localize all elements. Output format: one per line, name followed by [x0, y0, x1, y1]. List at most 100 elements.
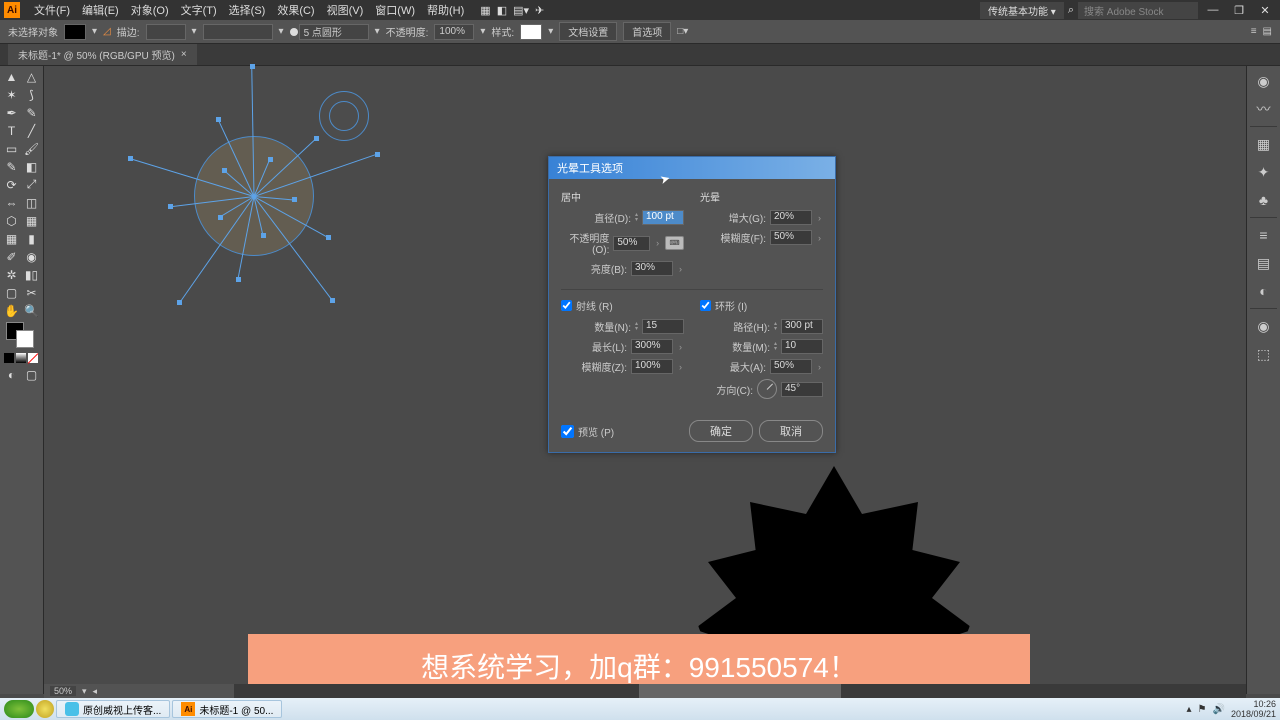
- perspective-tool[interactable]: ▦: [22, 212, 41, 229]
- color-picker[interactable]: [2, 322, 41, 350]
- ok-button[interactable]: 确定: [689, 420, 753, 442]
- stock-icon[interactable]: ◧: [497, 4, 507, 17]
- hand-tool[interactable]: ✋: [2, 302, 21, 319]
- fill-mode[interactable]: [4, 353, 14, 363]
- symbol-sprayer-tool[interactable]: ✲: [2, 266, 21, 283]
- preview-checkbox[interactable]: 预览 (P): [561, 424, 614, 439]
- slice-tool[interactable]: ✂: [22, 284, 41, 301]
- style-swatch[interactable]: [520, 24, 542, 40]
- menu-file[interactable]: 文件(F): [28, 2, 76, 18]
- rings-checkbox[interactable]: 环形 (I): [700, 298, 823, 313]
- libraries-panel-icon[interactable]: 〰: [1253, 98, 1275, 120]
- taskbar-app-illustrator[interactable]: Ai未标题-1 @ 50...: [172, 700, 282, 718]
- center-opacity-input[interactable]: 50%: [613, 236, 650, 251]
- screen-mode[interactable]: ▢: [22, 366, 41, 383]
- zoom-tool[interactable]: 🔍: [22, 302, 41, 319]
- lasso-tool[interactable]: ⟆: [22, 86, 41, 103]
- transparency-panel-icon[interactable]: ◐: [1253, 280, 1275, 302]
- eyedropper-tool[interactable]: ✐: [2, 248, 21, 265]
- ray-count-input[interactable]: 15: [642, 319, 684, 334]
- taskbar-app-1[interactable]: 原创威视上传客...: [56, 700, 170, 718]
- system-clock[interactable]: 10:26 2018/09/21: [1231, 699, 1276, 719]
- drawing-mode[interactable]: ◐: [2, 366, 21, 383]
- horizontal-scrollbar[interactable]: [234, 684, 1246, 698]
- ring-path-spinner[interactable]: ▴▾: [774, 322, 777, 332]
- gpu-icon[interactable]: ✈: [535, 4, 544, 17]
- gradient-mode[interactable]: [16, 353, 26, 363]
- paintbrush-tool[interactable]: 🖌: [22, 140, 41, 157]
- menu-view[interactable]: 视图(V): [321, 2, 370, 18]
- panel-menu-icon[interactable]: ▤: [1263, 26, 1272, 37]
- symbols-panel-icon[interactable]: ♣: [1253, 189, 1275, 211]
- diameter-spinner[interactable]: ▴▾: [635, 213, 638, 223]
- ring-count-input[interactable]: 10: [781, 339, 823, 354]
- arrange-icon[interactable]: ▤▾: [513, 4, 529, 17]
- menu-select[interactable]: 选择(S): [223, 2, 272, 18]
- cancel-button[interactable]: 取消: [759, 420, 823, 442]
- ray-count-spinner[interactable]: ▴▾: [635, 322, 638, 332]
- type-tool[interactable]: T: [2, 122, 21, 139]
- growth-arrow[interactable]: ›: [816, 213, 823, 223]
- ring-path-input[interactable]: 300 pt: [781, 319, 823, 334]
- blend-tool[interactable]: ◉: [22, 248, 41, 265]
- zoom-level[interactable]: 50%: [50, 686, 76, 696]
- dialog-titlebar[interactable]: 光晕工具选项: [549, 157, 835, 179]
- align-icon[interactable]: □▾: [677, 26, 688, 37]
- pen-tool[interactable]: ✒: [2, 104, 21, 121]
- opacity-input[interactable]: 100%: [434, 24, 474, 40]
- bridge-icon[interactable]: ▦: [480, 4, 490, 17]
- curvature-tool[interactable]: ✎: [22, 104, 41, 121]
- menu-help[interactable]: 帮助(H): [421, 2, 470, 18]
- properties-panel-icon[interactable]: ◉: [1253, 70, 1275, 92]
- menu-edit[interactable]: 编辑(E): [76, 2, 125, 18]
- menu-effect[interactable]: 效果(C): [271, 2, 320, 18]
- menu-window[interactable]: 窗口(W): [369, 2, 421, 18]
- appearance-panel-icon[interactable]: ◉: [1253, 315, 1275, 337]
- document-setup-button[interactable]: 文档设置: [559, 22, 617, 41]
- ray-longest-input[interactable]: 300%: [631, 339, 673, 354]
- window-restore[interactable]: ❐: [1228, 4, 1250, 17]
- halo-fuzz-arrow[interactable]: ›: [816, 233, 823, 243]
- growth-input[interactable]: 20%: [770, 210, 812, 225]
- direction-input[interactable]: 45°: [781, 382, 823, 397]
- ring-count-spinner[interactable]: ▴▾: [774, 342, 777, 352]
- gradient-panel-icon[interactable]: ▤: [1253, 252, 1275, 274]
- start-button[interactable]: [4, 700, 34, 718]
- background-color[interactable]: [16, 330, 34, 348]
- artboard-tool[interactable]: ▢: [2, 284, 21, 301]
- adobe-stock-search[interactable]: 搜索 Adobe Stock: [1078, 2, 1198, 19]
- shape-builder-tool[interactable]: ⬡: [2, 212, 21, 229]
- workspace-switcher[interactable]: 传统基本功能 ▾: [980, 2, 1064, 19]
- ray-fuzz-input[interactable]: 100%: [631, 359, 673, 374]
- halo-fuzz-input[interactable]: 50%: [770, 230, 812, 245]
- ray-longest-arrow[interactable]: ›: [677, 342, 684, 352]
- none-mode[interactable]: [28, 353, 38, 363]
- tray-volume-icon[interactable]: 🔊: [1213, 704, 1225, 715]
- window-close[interactable]: ✕: [1254, 4, 1276, 17]
- ray-fuzz-arrow[interactable]: ›: [677, 362, 684, 372]
- ring-largest-arrow[interactable]: ›: [816, 362, 823, 372]
- eraser-tool[interactable]: ◧: [22, 158, 41, 175]
- rays-checkbox[interactable]: 射线 (R): [561, 298, 684, 313]
- preferences-button[interactable]: 首选项: [623, 22, 671, 41]
- ring-largest-input[interactable]: 50%: [770, 359, 812, 374]
- shaper-tool[interactable]: ✎: [2, 158, 21, 175]
- brushes-panel-icon[interactable]: ▦: [1253, 133, 1275, 155]
- mesh-tool[interactable]: ▦: [2, 230, 21, 247]
- brush-def[interactable]: 5 点圆形: [299, 24, 369, 40]
- swatches-panel-icon[interactable]: ✦: [1253, 161, 1275, 183]
- stroke-toggle-icon[interactable]: ◿: [103, 26, 111, 37]
- free-transform-tool[interactable]: ◫: [22, 194, 41, 211]
- tab-close-icon[interactable]: ×: [181, 49, 187, 60]
- brightness-arrow[interactable]: ›: [677, 264, 684, 274]
- menu-object[interactable]: 对象(O): [125, 2, 175, 18]
- tray-expand-icon[interactable]: ▴: [1187, 704, 1192, 715]
- rectangle-tool[interactable]: ▭: [2, 140, 21, 157]
- selection-tool[interactable]: ▲: [2, 68, 21, 85]
- stroke-panel-icon[interactable]: ≡: [1253, 224, 1275, 246]
- menu-type[interactable]: 文字(T): [175, 2, 223, 18]
- stroke-weight[interactable]: [146, 24, 186, 40]
- layers-panel-icon[interactable]: ⬚: [1253, 343, 1275, 365]
- rotate-tool[interactable]: ⟳: [2, 176, 21, 193]
- gradient-tool[interactable]: ▮: [22, 230, 41, 247]
